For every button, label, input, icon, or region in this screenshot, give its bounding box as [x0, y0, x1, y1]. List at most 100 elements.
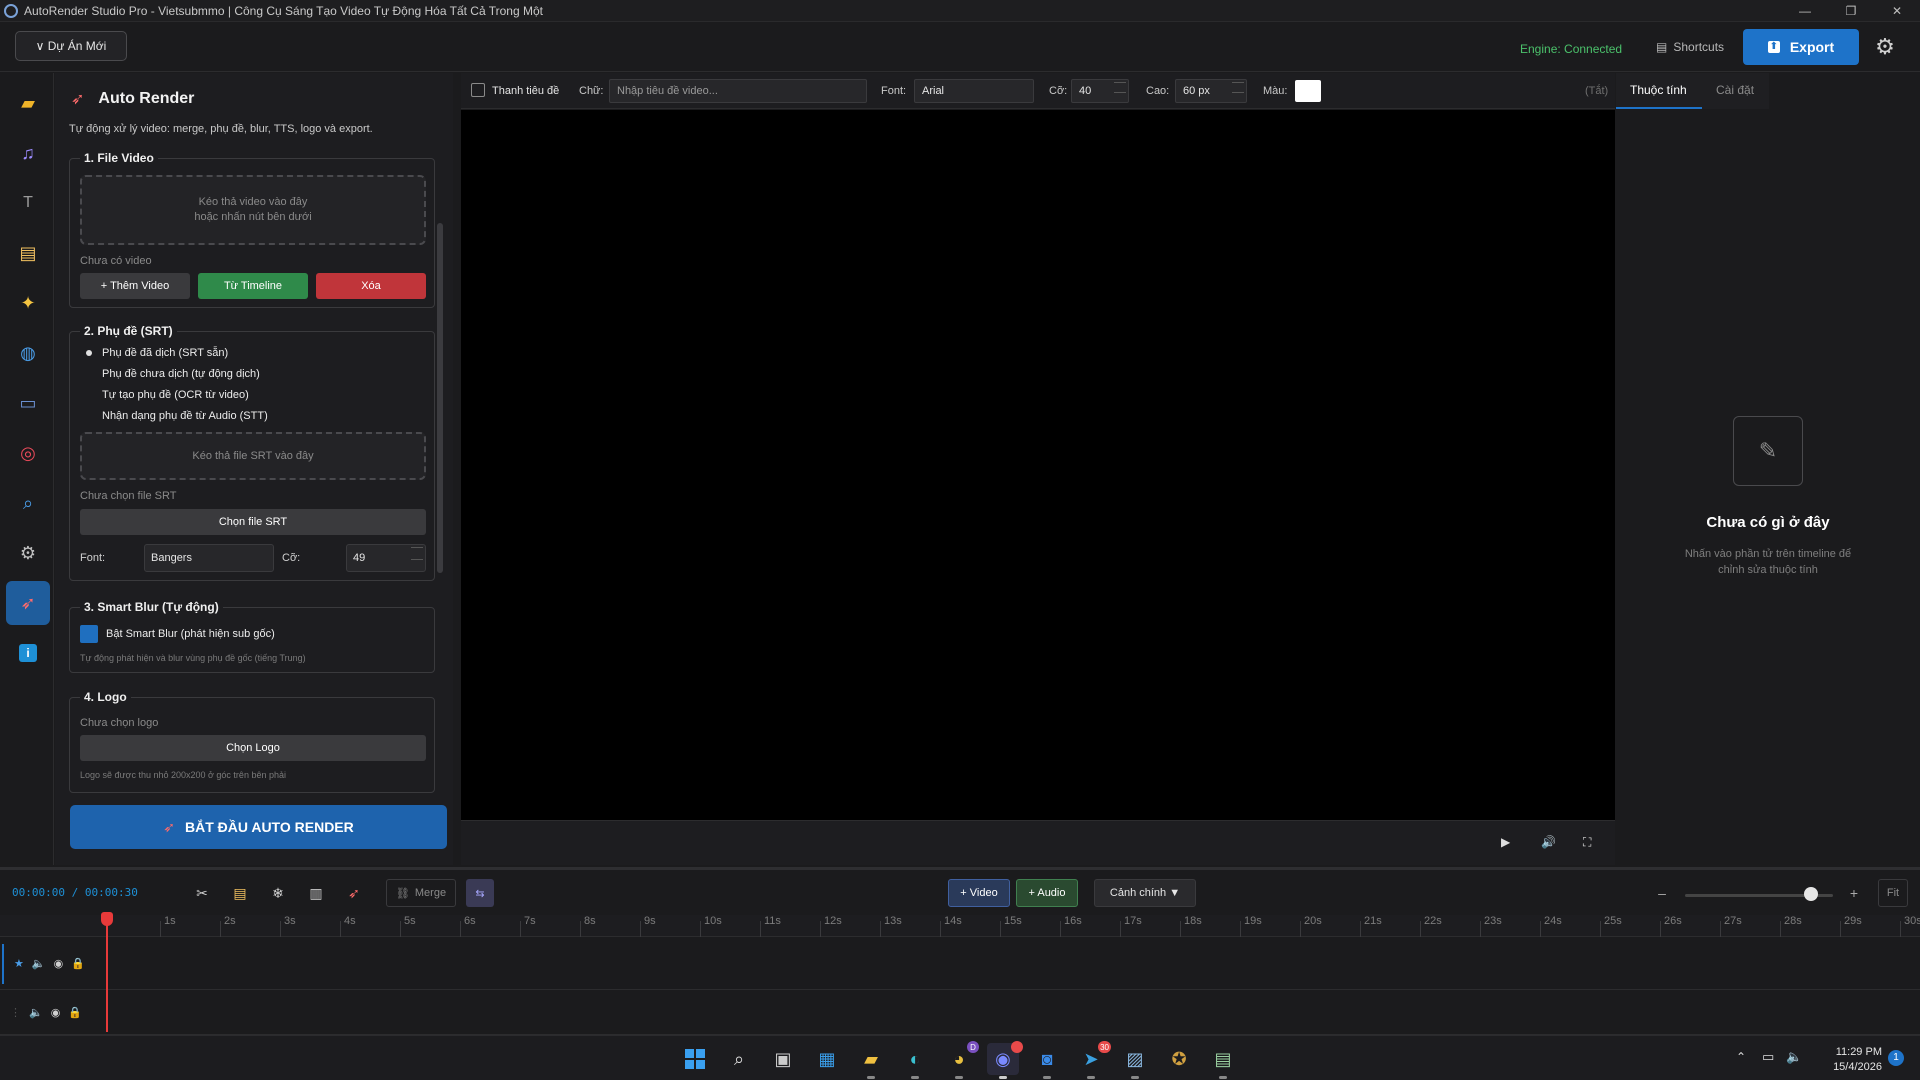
scene-select[interactable]: Cảnh chính ▼: [1094, 879, 1196, 907]
snowflake-icon[interactable]: ❄: [268, 883, 288, 903]
info-icon[interactable]: i: [6, 631, 50, 675]
blur-checkbox[interactable]: [80, 625, 98, 643]
trash-icon[interactable]: ▥: [306, 883, 326, 903]
radio-selected[interactable]: [84, 348, 94, 358]
system-clock[interactable]: 11:29 PM 15/4/2026: [1818, 1045, 1882, 1075]
new-project-button[interactable]: ∨ Dự Án Mới: [15, 31, 127, 61]
volume-icon[interactable]: 🔈: [32, 957, 46, 970]
rocket-icon[interactable]: ➶: [6, 581, 50, 625]
choose-srt-button[interactable]: Chọn file SRT: [80, 509, 426, 535]
maximize-button[interactable]: ❐: [1828, 0, 1874, 22]
srt-dropzone[interactable]: Kéo thả file SRT vào đây: [80, 432, 426, 480]
radio-unselected[interactable]: [84, 411, 94, 421]
subtitle-option-untranslated[interactable]: Phụ đề chưa dịch (tự động dịch): [84, 368, 260, 380]
start-auto-render-button[interactable]: ➶ BẮT ĐẦU AUTO RENDER: [70, 805, 447, 849]
telegram-icon[interactable]: ➤ 30: [1075, 1041, 1111, 1079]
playhead[interactable]: [106, 912, 108, 1032]
tab-settings[interactable]: Cài đặt: [1716, 83, 1754, 97]
stepper-arrows[interactable]: [1232, 82, 1244, 100]
star-icon[interactable]: ★: [14, 957, 24, 970]
gear-icon[interactable]: ⚙: [1872, 34, 1898, 60]
title-bar-checkbox[interactable]: [471, 83, 485, 97]
app-icon[interactable]: ✪: [1163, 1043, 1195, 1075]
subtitle-option-ocr[interactable]: Tự tạo phụ đề (OCR từ video): [84, 389, 249, 401]
notification-badge[interactable]: 1: [1888, 1050, 1904, 1066]
target-icon[interactable]: ◎: [6, 431, 50, 475]
video-track[interactable]: ★ 🔈 ◉ 🔒: [0, 938, 1920, 990]
volume-icon[interactable]: 🔊: [1541, 835, 1556, 849]
fullscreen-icon[interactable]: ⛶: [1583, 835, 1591, 850]
screen-icon[interactable]: ▭: [6, 381, 50, 425]
smart-blur-toggle[interactable]: Bật Smart Blur (phát hiện sub gốc): [80, 625, 275, 643]
image-viewer-icon[interactable]: ▨: [1119, 1043, 1151, 1079]
playhead-handle[interactable]: [101, 912, 113, 926]
windows-start-icon[interactable]: [679, 1043, 711, 1075]
visibility-icon[interactable]: ◉: [54, 957, 64, 970]
merge-button[interactable]: ⛓ Merge: [386, 879, 456, 907]
video-preview-canvas[interactable]: [461, 110, 1615, 820]
app-icon[interactable]: ◙: [1031, 1043, 1063, 1079]
play-icon[interactable]: ▶: [1501, 835, 1510, 849]
drag-handle-icon[interactable]: ⋮: [10, 1006, 21, 1019]
clipboard-icon[interactable]: ▤: [230, 883, 250, 903]
network-icon[interactable]: ▭: [1762, 1049, 1774, 1065]
title-size-stepper[interactable]: 40: [1071, 79, 1129, 103]
delete-video-button[interactable]: Xóa: [316, 273, 426, 299]
panel-scrollbar[interactable]: [437, 223, 443, 573]
choose-logo-button[interactable]: Chọn Logo: [80, 735, 426, 761]
widgets-icon[interactable]: ▦: [811, 1043, 843, 1075]
music-icon[interactable]: ♫: [6, 131, 50, 175]
stepper-arrows[interactable]: [1114, 82, 1126, 100]
minimize-button[interactable]: —: [1782, 0, 1828, 22]
zoom-out-button[interactable]: –: [1652, 883, 1672, 903]
close-button[interactable]: ✕: [1874, 0, 1920, 22]
add-video-track-button[interactable]: + Video: [948, 879, 1010, 907]
shortcuts-button[interactable]: ▤ Shortcuts: [1656, 40, 1724, 54]
search-icon[interactable]: ⌕: [6, 481, 50, 525]
chrome-icon[interactable]: ◕ D: [943, 1041, 979, 1079]
title-text-input[interactable]: Nhập tiêu đề video...: [609, 79, 867, 103]
magnet-icon[interactable]: ⇆: [466, 879, 494, 907]
cut-icon[interactable]: ✂: [192, 883, 212, 903]
title-font-field[interactable]: Arial: [914, 79, 1034, 103]
subtitle-font-field[interactable]: Bangers: [144, 544, 274, 572]
discord-icon[interactable]: ◉: [987, 1041, 1023, 1079]
text-icon[interactable]: T: [6, 181, 50, 225]
radio-unselected[interactable]: [84, 369, 94, 379]
edge-icon[interactable]: ◐: [899, 1043, 931, 1079]
gear-icon[interactable]: ⚙: [6, 531, 50, 575]
folder-icon[interactable]: ▰: [6, 81, 50, 125]
zoom-slider-handle[interactable]: [1803, 887, 1818, 901]
timeline-ruler[interactable]: 1s 2s 3s 4s 5s 6s 7s 8s 9s 10s 11s 12s 13s 14s 15s 16s 1…: [0, 915, 1920, 937]
visibility-icon[interactable]: ◉: [51, 1006, 61, 1019]
clipboard-icon[interactable]: ▤: [6, 231, 50, 275]
subtitle-size-stepper[interactable]: 49: [346, 544, 426, 572]
video-dropzone[interactable]: Kéo thả video vào đây hoặc nhấn nút bên …: [80, 175, 426, 245]
from-timeline-button[interactable]: Từ Timeline: [198, 273, 308, 299]
title-height-stepper[interactable]: 60 px: [1175, 79, 1247, 103]
export-button[interactable]: ⬆ Export: [1743, 29, 1859, 65]
search-icon[interactable]: ⌕: [723, 1043, 755, 1075]
speaker-icon[interactable]: 🔈: [1786, 1049, 1802, 1065]
add-video-button[interactable]: + Thêm Video: [80, 273, 190, 299]
volume-icon[interactable]: 🔈: [29, 1006, 43, 1019]
globe-icon[interactable]: ◍: [6, 331, 50, 375]
fit-button[interactable]: Fit: [1878, 879, 1908, 907]
add-audio-track-button[interactable]: + Audio: [1016, 879, 1078, 907]
lock-icon[interactable]: 🔒: [71, 957, 85, 970]
zoom-in-button[interactable]: +: [1844, 883, 1864, 903]
chevron-up-icon[interactable]: ⌃: [1736, 1050, 1746, 1064]
subtitle-option-translated[interactable]: Phụ đề đã dịch (SRT sẵn): [84, 347, 228, 359]
title-color-swatch[interactable]: [1295, 80, 1321, 102]
file-explorer-icon[interactable]: ▰: [855, 1043, 887, 1079]
notepad-icon[interactable]: ▤: [1207, 1043, 1239, 1079]
tab-properties[interactable]: Thuộc tính: [1630, 83, 1687, 97]
rocket-icon[interactable]: ➶: [344, 883, 364, 903]
radio-unselected[interactable]: [84, 390, 94, 400]
subtitle-option-stt[interactable]: Nhận dạng phụ đề từ Audio (STT): [84, 410, 268, 422]
stepper-arrows[interactable]: [411, 547, 423, 569]
task-view-icon[interactable]: ▣: [767, 1043, 799, 1075]
audio-track[interactable]: ⋮ 🔈 ◉ 🔒: [0, 991, 1920, 1035]
sparkle-icon[interactable]: ✦: [6, 281, 50, 325]
lock-icon[interactable]: 🔒: [68, 1006, 82, 1019]
